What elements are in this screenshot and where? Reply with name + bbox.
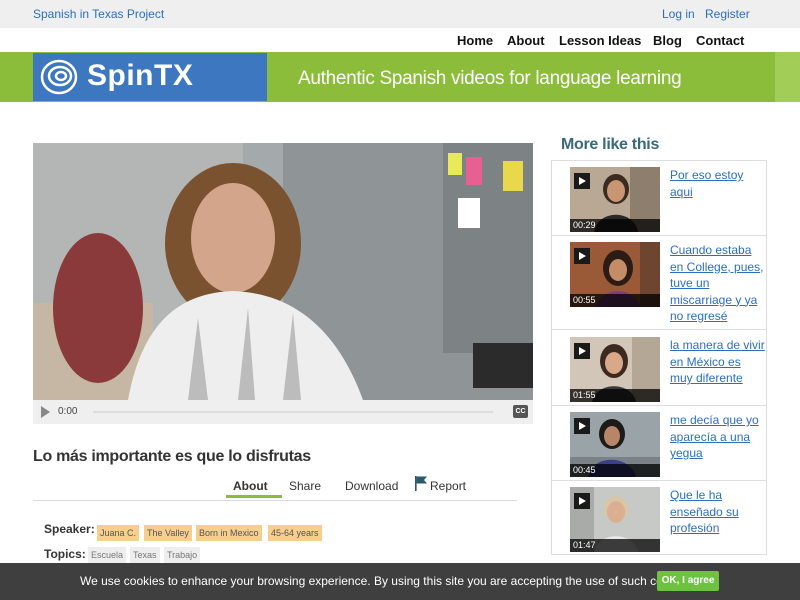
video-thumbnail[interactable]: 00:29 (570, 167, 660, 232)
video-thumbnail[interactable]: 00:55 (570, 242, 660, 307)
play-icon (574, 248, 590, 264)
related-video-item[interactable]: 00:55 Cuando estaba en College, pues, tu… (552, 236, 766, 330)
video-title: Lo más importante es que lo disfrutas (33, 448, 311, 465)
video-frame-image (33, 143, 533, 400)
tab-report[interactable]: Report (430, 479, 466, 493)
tab-about[interactable]: About (233, 479, 268, 493)
speaker-tag[interactable]: The Valley (144, 525, 192, 541)
tab-share[interactable]: Share (289, 479, 321, 493)
top-utility-bar: Spanish in Texas Project Log in Register (0, 0, 800, 28)
video-duration: 01:47 (570, 539, 660, 552)
topic-tag[interactable]: Escuela (88, 547, 127, 563)
related-video-item[interactable]: 01:47 Que le ha enseñado su profesión (552, 481, 766, 556)
nav-contact[interactable]: Contact (696, 33, 744, 48)
speaker-tag[interactable]: Born in Mexico (196, 525, 262, 541)
video-duration: 00:29 (570, 219, 660, 232)
video-thumbnail[interactable]: 01:47 (570, 487, 660, 552)
tagline: Authentic Spanish videos for language le… (298, 68, 682, 89)
cookie-banner: We use cookies to enhance your browsing … (0, 563, 800, 600)
video-player[interactable] (33, 143, 533, 400)
active-tab-indicator (226, 495, 282, 498)
play-icon (574, 343, 590, 359)
flag-icon[interactable] (414, 475, 428, 491)
related-video-link[interactable]: Por eso estoy aqui (670, 167, 766, 200)
related-video-item[interactable]: 01:55 la manera de vivir en México es mu… (552, 331, 766, 406)
topic-tag[interactable]: Texas (130, 547, 160, 563)
seek-bar[interactable] (93, 411, 493, 413)
nav-about[interactable]: About (507, 33, 545, 48)
tabs-divider (33, 500, 517, 501)
tab-download[interactable]: Download (345, 479, 398, 493)
nav-home[interactable]: Home (457, 33, 493, 48)
logo-text[interactable]: SpinTX (87, 59, 193, 93)
nav-blog[interactable]: Blog (653, 33, 682, 48)
related-video-item[interactable]: 00:45 me decía que yo aparecía a una yeg… (552, 406, 766, 481)
site-name-link[interactable]: Spanish in Texas Project (33, 7, 164, 21)
player-controls: 0:00 CC (33, 400, 533, 424)
speaker-label: Speaker: (44, 522, 95, 536)
login-link[interactable]: Log in (662, 7, 695, 21)
related-video-link[interactable]: Cuando estaba en College, pues, tuve un … (670, 242, 766, 325)
related-video-link[interactable]: la manera de vivir en México es muy dife… (670, 337, 766, 387)
cookie-accept-button[interactable]: OK, I agree (657, 571, 719, 591)
cookie-message: We use cookies to enhance your browsing … (80, 574, 695, 588)
video-duration: 01:55 (570, 389, 660, 402)
register-link[interactable]: Register (705, 7, 750, 21)
video-duration: 00:55 (570, 294, 660, 307)
captions-button[interactable]: CC (513, 405, 528, 418)
play-icon (574, 418, 590, 434)
video-thumbnail[interactable]: 01:55 (570, 337, 660, 402)
spiral-logo-icon (40, 59, 78, 95)
speaker-tag[interactable]: Juana C. (97, 525, 140, 541)
topic-tag[interactable]: Trabajo (164, 547, 201, 563)
related-video-link[interactable]: me decía que yo aparecía a una yegua (670, 412, 766, 462)
related-video-link[interactable]: Que le ha enseñado su profesión (670, 487, 766, 537)
more-like-this-title: More like this (561, 136, 660, 153)
related-video-item[interactable]: 00:29 Por eso estoy aqui (552, 161, 766, 236)
topics-label: Topics: (44, 547, 86, 561)
play-icon[interactable] (41, 406, 50, 418)
speaker-tag[interactable]: 45-64 years (268, 525, 322, 541)
current-time: 0:00 (58, 406, 78, 417)
play-icon (574, 493, 590, 509)
nav-lesson-ideas[interactable]: Lesson Ideas (559, 33, 641, 48)
video-duration: 00:45 (570, 464, 660, 477)
video-thumbnail[interactable]: 00:45 (570, 412, 660, 477)
play-icon (574, 173, 590, 189)
